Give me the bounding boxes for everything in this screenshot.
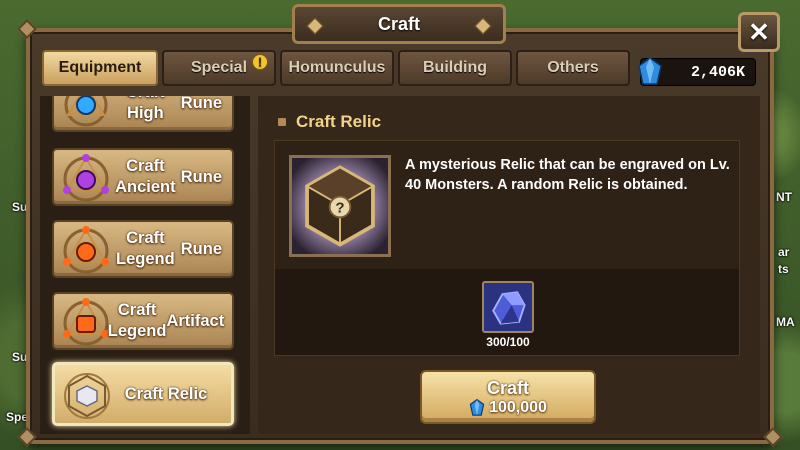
tab-others[interactable]: Others <box>516 50 630 86</box>
craft-cost-amount: 100,000 <box>489 399 547 416</box>
window-title-text: Craft <box>377 13 420 34</box>
list-item-label: Rune <box>180 239 222 258</box>
close-icon: ✕ <box>748 16 770 47</box>
diamond-ornament-icon <box>474 17 492 35</box>
background-label: ar <box>778 245 790 259</box>
list-item-label: Rune <box>180 96 222 112</box>
craft-detail-pane: Craft Relic ? A mysterious Relic that ca… <box>258 96 760 434</box>
crystal-gem-icon <box>469 399 485 416</box>
relic-description: A mysterious Relic that can be engraved … <box>405 157 730 193</box>
craft-button[interactable]: Craft 100,000 <box>420 370 596 424</box>
detail-header: Craft Relic <box>278 112 381 132</box>
list-item-label: Craft Legend <box>107 301 167 340</box>
relic-icon <box>64 373 110 419</box>
list-item-label: Craft Ancient <box>115 157 176 196</box>
crystal-balance: 2,406K <box>638 57 756 86</box>
high-rune-icon <box>64 96 108 127</box>
list-item-craft-ancient-rune[interactable]: Craft Ancient Rune <box>52 148 234 206</box>
tab-building[interactable]: Building <box>398 50 512 86</box>
tab-label: Special <box>190 59 248 76</box>
list-item-craft-legend-rune[interactable]: Craft Legend Rune <box>52 220 234 278</box>
tab-label: Others <box>547 59 599 76</box>
list-item-craft-legend-artifact[interactable]: Craft Legend Artifact <box>52 292 234 350</box>
bullet-icon <box>278 118 286 126</box>
craft-button-label: Craft <box>486 378 529 398</box>
alert-icon: ! <box>252 54 268 70</box>
tab-label: Equipment <box>58 59 142 76</box>
craft-cost: 100,000 <box>422 399 594 417</box>
relic-info-box: ? A mysterious Relic that can be engrave… <box>274 140 740 356</box>
tab-label: Homunculus <box>288 59 386 76</box>
ancient-rune-icon <box>63 154 109 202</box>
list-item-label: Craft Relic <box>124 384 208 403</box>
mystery-relic-icon: ? <box>289 155 391 257</box>
list-item-label: Craft Legend <box>116 229 175 268</box>
list-item-label: Rune <box>180 167 222 186</box>
list-item-label: Craft High <box>126 96 165 122</box>
tab-special[interactable]: Special ! <box>162 50 276 86</box>
list-item-craft-relic[interactable]: Craft Relic <box>52 362 234 426</box>
background-label: MA <box>776 315 795 329</box>
legend-artifact-icon <box>63 298 109 346</box>
svg-text:?: ? <box>335 200 344 217</box>
tab-equipment[interactable]: Equipment <box>42 50 158 86</box>
crystal-gem-icon <box>638 57 662 85</box>
diamond-ornament-icon <box>306 17 324 35</box>
tab-bar: Equipment Special ! Homunculus Building … <box>42 50 630 86</box>
material-count: 300/100 <box>486 335 530 349</box>
close-button[interactable]: ✕ <box>738 12 780 52</box>
legend-rune-icon <box>63 226 109 274</box>
list-item-craft-high-rune[interactable]: Craft High Rune <box>52 96 234 132</box>
craft-category-list[interactable]: Craft High Rune Craft Ancient Rune Craft <box>40 96 250 434</box>
crystal-amount: 2,406K <box>690 63 745 81</box>
background-label: ts <box>778 262 789 276</box>
window-title: Craft <box>292 4 506 44</box>
detail-title: Craft Relic <box>296 112 382 131</box>
background-label: NT <box>776 190 792 204</box>
tab-label: Building <box>423 59 487 76</box>
background-label: Spe <box>6 410 29 424</box>
crystal-ore-icon <box>482 281 534 333</box>
tab-homunculus[interactable]: Homunculus <box>280 50 394 86</box>
list-item-label: Artifact <box>166 311 225 330</box>
